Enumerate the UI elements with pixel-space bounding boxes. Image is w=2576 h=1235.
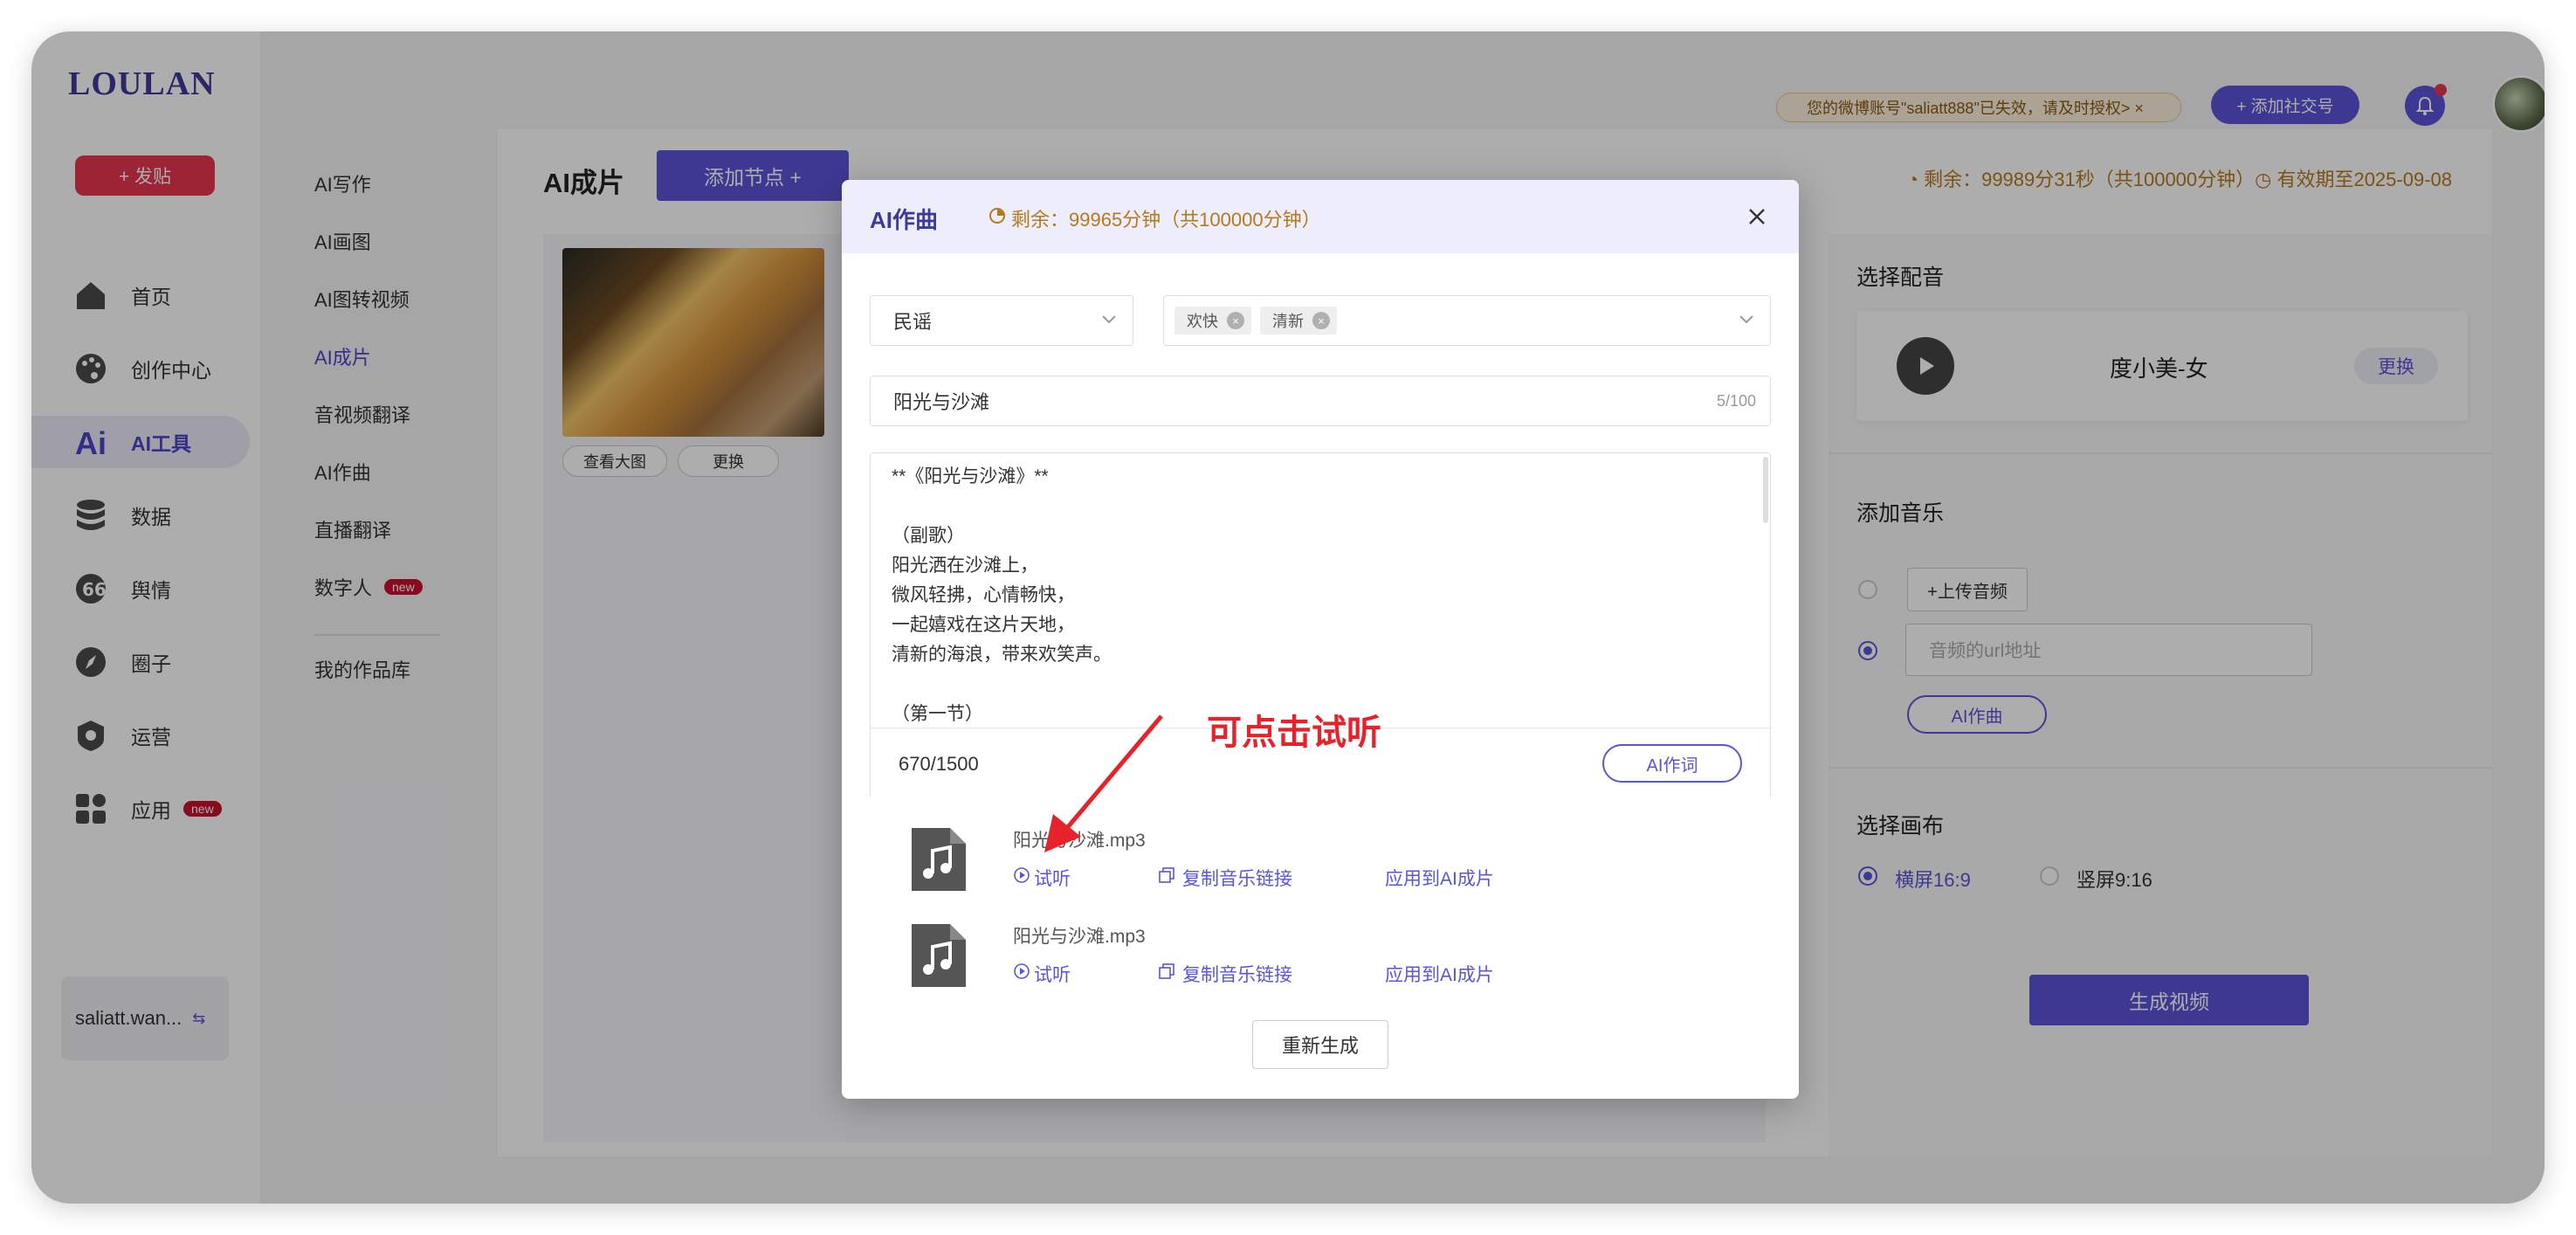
play-circle-icon <box>1013 866 1030 889</box>
song-file-name: 阳光与沙滩.mp3 <box>1013 927 1146 947</box>
play-circle-icon <box>1013 962 1030 985</box>
dialog-quota: 剩余：99965分钟（共100000分钟） <box>988 204 1321 232</box>
lyrics-text: **《阳光与沙滩》** （副歌） 阳光洒在沙滩上， 微风轻拂，心情畅快， 一起嬉… <box>892 466 1112 724</box>
chevron-down-icon <box>1101 314 1117 330</box>
song-title-value: 阳光与沙滩 <box>893 391 990 413</box>
song-result-row: 阳光与沙滩.mp3 试听 复制音乐链接 应用到AI成片 <box>908 914 1746 992</box>
annotation-label: 可点击试听 <box>1207 714 1381 752</box>
lyrics-scrollbar[interactable] <box>1763 457 1768 523</box>
remove-tag-icon[interactable]: × <box>1227 312 1244 329</box>
ai-compose-dialog: AI作曲 剩余：99965分钟（共100000分钟） 民谣 欢快 × 清新 × … <box>842 180 1799 1099</box>
copy-label: 复制音乐链接 <box>1182 869 1292 889</box>
song-result-row: 阳光与沙滩.mp3 试听 复制音乐链接 应用到AI成片 <box>908 818 1746 896</box>
dialog-header: AI作曲 剩余：99965分钟（共100000分钟） <box>842 180 1799 253</box>
copy-link-button[interactable]: 复制音乐链接 <box>1158 865 1292 891</box>
listen-label: 试听 <box>1034 869 1071 889</box>
tag-label: 欢快 <box>1187 313 1218 330</box>
app-window: LOULAN + 发贴 首页 创作中心 Ai AI工具 数据 66 舆情 圈子 … <box>31 31 2545 1204</box>
chevron-down-icon <box>1739 314 1754 330</box>
mood-tags-select[interactable]: 欢快 × 清新 × <box>1163 295 1771 346</box>
apply-to-video-button[interactable]: 应用到AI成片 <box>1385 961 1494 987</box>
close-icon[interactable] <box>1741 201 1773 232</box>
quota-text: 剩余：99965分钟（共100000分钟） <box>1011 209 1321 231</box>
ai-lyric-button[interactable]: AI作词 <box>1602 744 1742 783</box>
listen-button[interactable]: 试听 <box>1013 865 1071 891</box>
apply-to-video-button[interactable]: 应用到AI成片 <box>1385 865 1494 891</box>
copy-icon <box>1158 866 1175 889</box>
genre-value: 民谣 <box>893 311 933 333</box>
listen-button[interactable]: 试听 <box>1013 961 1071 987</box>
genre-select[interactable]: 民谣 <box>870 295 1133 346</box>
title-char-count: 5/100 <box>1716 391 1756 410</box>
lyrics-char-count: 670/1500 <box>899 753 979 775</box>
music-file-icon <box>908 824 969 894</box>
music-file-icon <box>908 921 969 990</box>
song-title-input[interactable]: 阳光与沙滩 5/100 <box>870 376 1771 426</box>
remove-tag-icon[interactable]: × <box>1312 312 1330 329</box>
listen-label: 试听 <box>1034 965 1071 985</box>
copy-label: 复制音乐链接 <box>1182 965 1292 985</box>
copy-link-button[interactable]: 复制音乐链接 <box>1158 961 1292 987</box>
copy-icon <box>1158 962 1175 985</box>
tag-chip: 清新 × <box>1260 307 1337 335</box>
clock-icon <box>988 207 1006 230</box>
tag-label: 清新 <box>1272 313 1304 330</box>
song-file-name: 阳光与沙滩.mp3 <box>1013 831 1146 851</box>
dialog-title: AI作曲 <box>870 207 939 233</box>
tag-chip: 欢快 × <box>1174 307 1251 335</box>
regenerate-button[interactable]: 重新生成 <box>1252 1020 1388 1069</box>
